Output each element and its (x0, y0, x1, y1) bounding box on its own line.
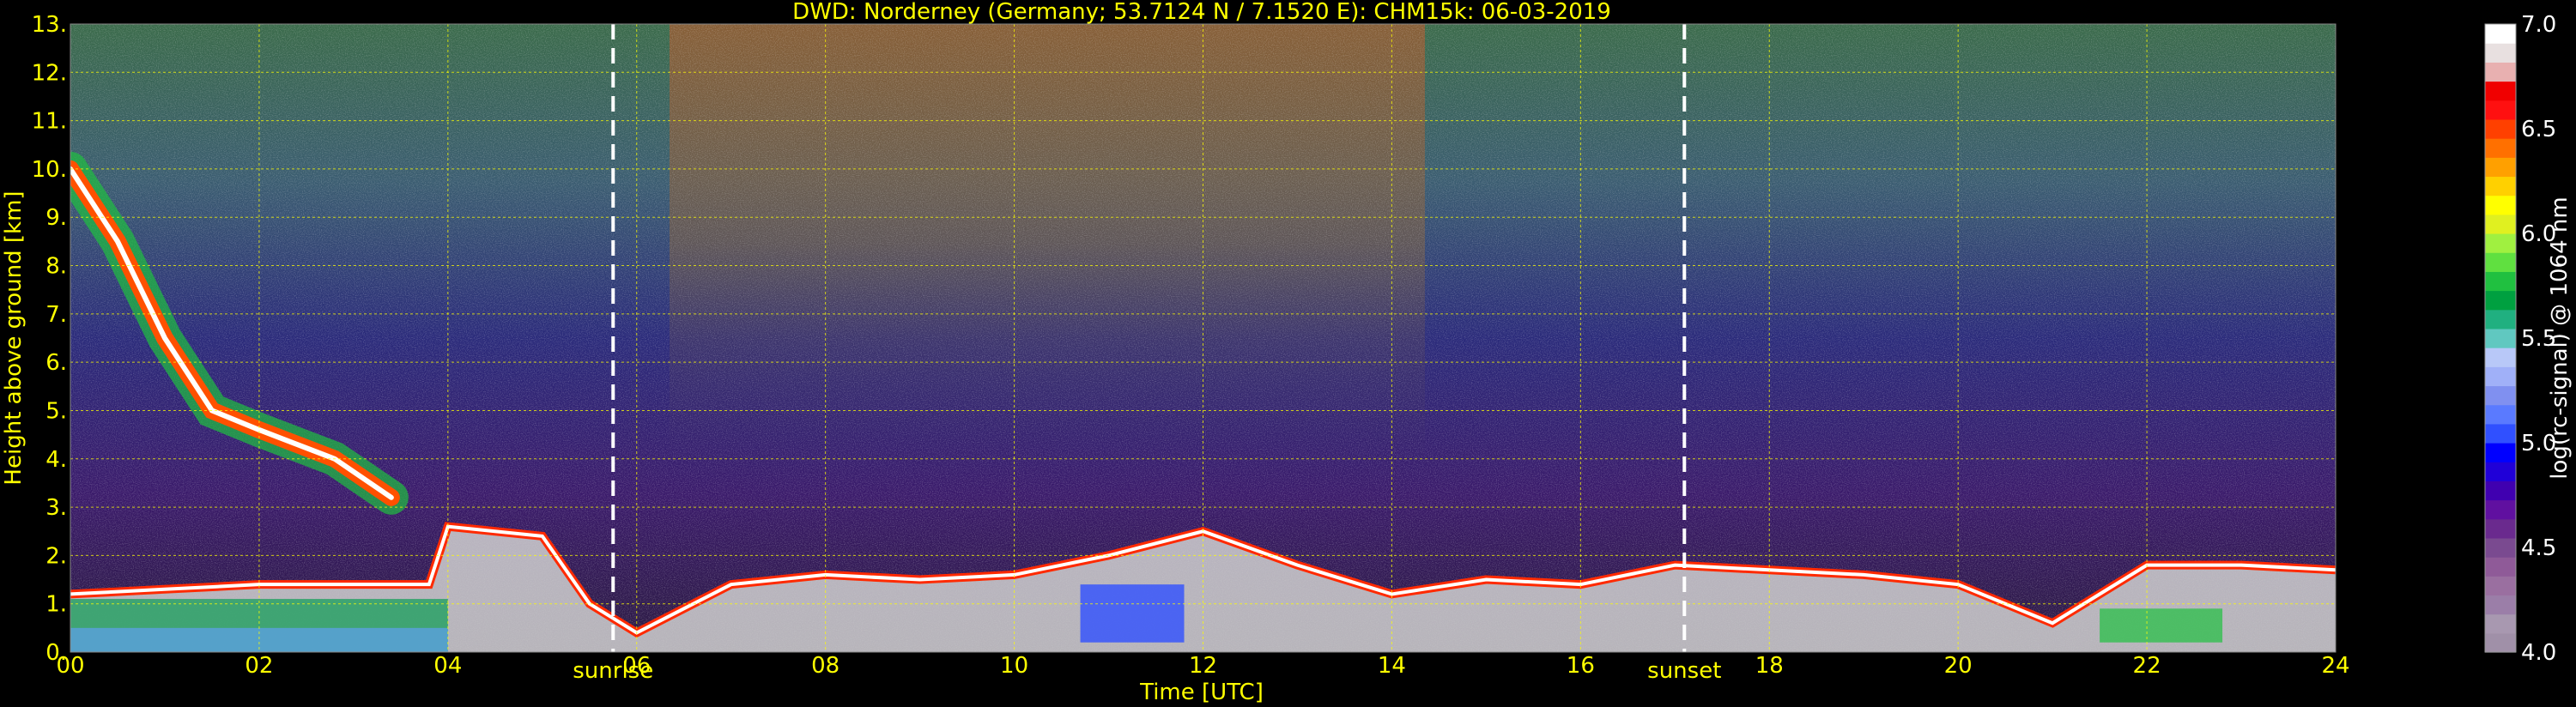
colorbar-segment (2485, 24, 2516, 44)
y-tick-label: 3. (45, 495, 67, 521)
colorbar-tick-label: 4.0 (2521, 640, 2556, 666)
x-tick-label: 22 (2133, 653, 2161, 679)
x-axis-label: Time [UTC] (1139, 680, 1264, 705)
colorbar-segment (2485, 138, 2516, 158)
colorbar-segment (2485, 118, 2516, 139)
colorbar-segment (2485, 309, 2516, 329)
colorbar-segment (2485, 423, 2516, 444)
colorbar-tick-label: 4.5 (2521, 535, 2556, 561)
colorbar-segment (2485, 81, 2516, 101)
colorbar-segment (2485, 404, 2516, 425)
x-tick-label: 10 (1000, 653, 1028, 679)
x-tick-label: 12 (1189, 653, 1217, 679)
y-tick-label: 9. (45, 205, 67, 231)
colorbar-segment (2485, 499, 2516, 520)
colorbar-segment (2485, 195, 2516, 215)
y-tick-label: 10. (32, 157, 67, 183)
colorbar-tick-label: 7.0 (2521, 12, 2556, 38)
colorbar-segment (2485, 290, 2516, 311)
colorbar-segment (2485, 43, 2516, 63)
x-tick-label: 02 (245, 653, 273, 679)
colorbar: 4.04.55.05.56.06.57.0 (2484, 12, 2556, 666)
colorbar-segment (2485, 537, 2516, 558)
y-tick-label: 8. (45, 254, 67, 280)
colorbar-segment (2485, 328, 2516, 348)
x-tick-label: 16 (1567, 653, 1595, 679)
y-tick-label: 4. (45, 447, 67, 473)
x-tick-label: 08 (811, 653, 839, 679)
x-tick-label: 14 (1378, 653, 1406, 679)
x-tick-label: 06 (622, 653, 651, 679)
x-tick-label: 18 (1755, 653, 1784, 679)
y-tick-label: 6. (45, 350, 67, 376)
colorbar-segment (2485, 480, 2516, 501)
y-tick-label: 1. (45, 592, 67, 618)
lidar-backscatter-chart: sunrise sunset 00 02 04 06 08 10 12 14 16 18 20 22 24… (1, 0, 2573, 705)
colorbar-segment (2485, 462, 2516, 481)
colorbar-segment (2485, 271, 2516, 292)
colorbar-segment (2485, 252, 2516, 272)
y-tick-label: 12. (32, 60, 67, 86)
y-tick-label: 0. (45, 640, 67, 666)
colorbar-segment (2485, 613, 2516, 634)
colorbar-segment (2485, 214, 2516, 234)
evening-green-patch (2100, 608, 2223, 643)
y-tick-label: 13. (32, 12, 67, 38)
colorbar-segment (2485, 100, 2516, 120)
sunset-label: sunset (1647, 658, 1721, 684)
colorbar-segment (2485, 233, 2516, 253)
colorbar-segment (2485, 576, 2516, 596)
y-tick-label: 11. (32, 109, 67, 135)
colorbar-segment (2485, 347, 2516, 367)
colorbar-segment (2485, 443, 2516, 462)
y-tick-label: 2. (45, 543, 67, 569)
colorbar-segment (2485, 157, 2516, 178)
x-tick-label: 04 (433, 653, 462, 679)
y-tick-label: 5. (45, 398, 67, 424)
colorbar-segment (2485, 595, 2516, 615)
colorbar-segment (2485, 632, 2516, 653)
x-tick-label: 20 (1944, 653, 1973, 679)
x-tick-label: 24 (2321, 653, 2349, 679)
colorbar-tick-label: 6.5 (2521, 117, 2556, 142)
colorbar-segment (2485, 366, 2516, 387)
colorbar-segment (2485, 176, 2516, 196)
colorbar-segment (2485, 385, 2516, 406)
chart-title: DWD: Norderney (Germany; 53.7124 N / 7.1… (792, 0, 1611, 25)
colorbar-segment (2485, 518, 2516, 539)
y-axis-label: Height above ground [km] (1, 190, 27, 485)
colorbar-segment (2485, 557, 2516, 577)
midday-blue-patch (1080, 584, 1185, 643)
colorbar-segment (2485, 62, 2516, 82)
y-tick-label: 7. (45, 302, 67, 328)
colorbar-label: log(rc-signal) @ 1064 nm (2547, 196, 2573, 479)
